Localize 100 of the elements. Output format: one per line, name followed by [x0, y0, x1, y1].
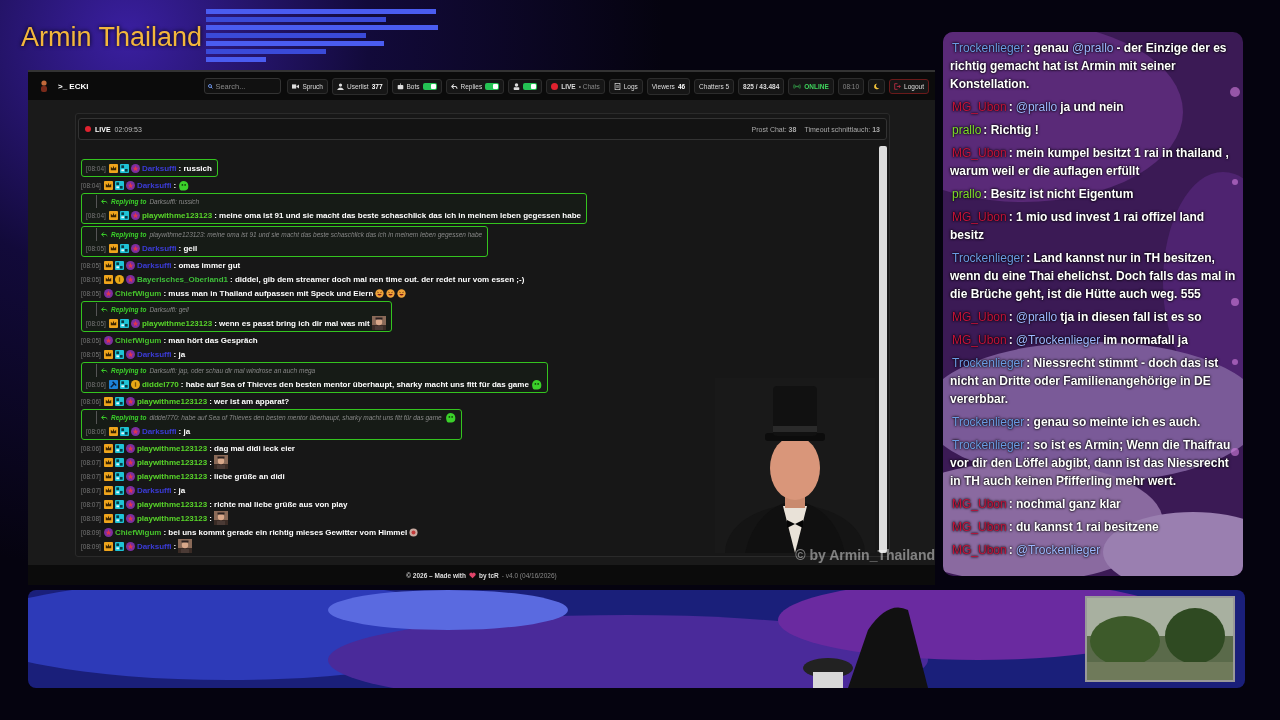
person-icon	[513, 82, 521, 90]
grid-icon	[114, 443, 124, 453]
crown-icon	[103, 443, 113, 453]
star-badge-icon	[130, 426, 140, 436]
username[interactable]: ChiefWigum	[114, 288, 162, 298]
robot-icon	[396, 82, 404, 90]
logout-icon	[894, 82, 902, 90]
username[interactable]: playwithme123123	[136, 443, 208, 453]
crown-icon	[103, 471, 113, 481]
app-brand: >_ ECKI	[58, 81, 89, 91]
star-badge-icon	[125, 180, 135, 190]
username[interactable]: playwithme123123	[136, 396, 208, 406]
message-text: : russich	[178, 163, 212, 173]
heart-icon	[468, 571, 476, 579]
chat-message: Trockenlieger : Land kannst nur in TH besitzen, wenn du eine Thai ehelichst. Doch falls das mal in die Brüche geht, ist die Hütte auch weg. 555	[950, 250, 1237, 303]
username[interactable]: playwithme123123	[136, 499, 208, 509]
laughing-face-icon	[397, 288, 407, 298]
reply-icon	[101, 367, 108, 374]
reply-icon	[450, 82, 458, 90]
crown-icon	[103, 457, 113, 467]
blob-emote-icon	[178, 179, 190, 191]
star-badge-icon	[125, 513, 135, 523]
crown-icon	[108, 163, 118, 173]
username[interactable]: playwithme123123	[141, 318, 213, 328]
chat-message: MG_Ubon : mein kumpel besitzt 1 rai in thailand , warum weil er die auflagen erfüllt	[950, 145, 1230, 180]
chat-message: MG_Ubon : @prallo tja in diesen fall ist es so	[951, 309, 1203, 326]
crown-icon	[103, 396, 113, 406]
username[interactable]: diddel770	[141, 379, 179, 389]
message-text: : richte mal liebe grüße aus von play	[209, 499, 348, 509]
live-dot-icon	[85, 126, 91, 132]
grid-icon	[119, 318, 129, 328]
message-text: : dag mal didi leck eier	[209, 443, 295, 453]
reply-icon	[101, 306, 108, 313]
message-text: : diddel, gib dem streamer doch mal nen time out. der redet nur vom essen ;-)	[230, 274, 525, 284]
grid-icon	[119, 210, 129, 220]
crown-icon	[103, 260, 113, 270]
reply-icon	[101, 198, 108, 205]
message-text: : wer ist am apparat?	[209, 396, 290, 406]
crown-icon	[103, 499, 113, 509]
username[interactable]: playwithme123123	[136, 471, 208, 481]
reply-icon	[101, 414, 108, 421]
chat-message: MG_Ubon : @Trockenlieger	[951, 542, 1102, 559]
moon-icon	[873, 82, 881, 90]
crown-icon	[103, 180, 113, 190]
grid-icon	[119, 426, 129, 436]
star-badge-icon	[125, 471, 135, 481]
laughing-face-icon	[375, 288, 385, 298]
chat-message: Trockenlieger : genau so meinte ich es auch.	[951, 414, 1202, 431]
toggle-button[interactable]	[508, 78, 543, 94]
live-dot-icon	[551, 82, 559, 90]
message-text: : man hört das Gespräch	[163, 335, 258, 345]
message-text: : muss man in Thailand aufpassen mit Speck und Eiern	[163, 288, 374, 298]
star-badge-icon	[125, 260, 135, 270]
grid-icon	[119, 379, 129, 389]
username[interactable]: playwithme123123	[136, 513, 208, 523]
chat-message: MG_Ubon : nochmal ganz klar	[951, 496, 1122, 513]
message-text: : meine oma ist 91 und sie macht das beste schaschlick das ich in meinem leben gegessen habe	[214, 210, 581, 220]
coin-icon	[114, 274, 124, 284]
star-badge-icon	[103, 335, 113, 345]
username[interactable]: Bayerisches_Oberland1	[136, 274, 229, 284]
blob-emote-icon	[444, 412, 456, 423]
username[interactable]: playwithme123123	[136, 457, 208, 467]
username[interactable]: playwithme123123	[141, 210, 213, 220]
crown-icon	[103, 274, 113, 284]
grid-icon	[114, 396, 124, 406]
star-badge-icon	[125, 443, 135, 453]
grid-icon	[114, 513, 124, 523]
coin-icon	[130, 379, 140, 389]
star-badge-icon	[125, 274, 135, 284]
chat-message: MG_Ubon : du kannst 1 rai besitzene	[951, 519, 1160, 536]
stream-credit: © by Armin_Thailand	[795, 547, 935, 563]
chat-message: MG_Ubon : 1 mio usd invest 1 rai offizel land besitz	[950, 209, 1206, 244]
crown-icon	[103, 513, 113, 523]
chat-message: prallo : Besitz ist nicht Eigentum	[951, 186, 1135, 203]
grid-icon	[119, 163, 129, 173]
message-text: :	[173, 541, 177, 551]
document-icon	[613, 82, 621, 90]
signal-icon	[793, 82, 802, 90]
username[interactable]: ChiefWigum	[114, 527, 162, 537]
star-badge-icon	[130, 210, 140, 220]
user-icon	[337, 82, 344, 90]
star-badge-icon	[125, 541, 135, 551]
star-badge-icon	[130, 163, 140, 173]
overlay-title: Armin Thailand	[21, 22, 203, 53]
grid-icon	[114, 541, 124, 551]
grid-icon	[114, 180, 124, 190]
star-badge-icon	[103, 527, 113, 537]
username[interactable]: ChiefWigum	[114, 335, 162, 345]
chat-message: MG_Ubon : @Trockenlieger im normafall ja	[951, 332, 1189, 349]
message-text: : bei uns kommt gerade ein richtig mieses Gewitter vom Himmel	[163, 527, 408, 537]
grid-icon	[114, 349, 124, 359]
message-text: : ja	[178, 426, 191, 436]
star-badge-icon	[125, 457, 135, 467]
message-text: : ja	[173, 485, 186, 495]
avatar-icon	[40, 80, 48, 92]
theme-button[interactable]	[868, 78, 886, 94]
crown-icon	[103, 541, 113, 551]
reply-icon	[101, 231, 108, 238]
grid-icon	[114, 260, 124, 270]
message-text: :	[209, 457, 212, 467]
